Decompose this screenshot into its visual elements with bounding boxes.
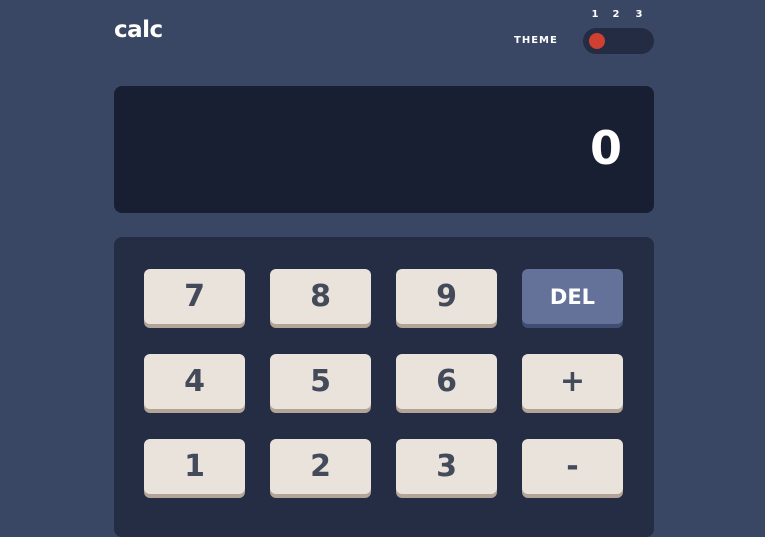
key-6[interactable]: 6 (396, 354, 497, 409)
key-7[interactable]: 7 (144, 269, 245, 324)
key-5[interactable]: 5 (270, 354, 371, 409)
theme-toggle[interactable] (583, 28, 654, 54)
theme-label: THEME (514, 35, 558, 46)
key-2[interactable]: 2 (270, 439, 371, 494)
calculator-display: 0 (114, 86, 654, 213)
app-logo: calc (114, 17, 163, 43)
key-4[interactable]: 4 (144, 354, 245, 409)
header: calc THEME 1 2 3 (114, 0, 654, 70)
theme-options: 1 2 3 (583, 8, 654, 22)
theme-option-2[interactable]: 2 (610, 8, 622, 22)
theme-toggle-knob[interactable] (589, 33, 605, 49)
key-1[interactable]: 1 (144, 439, 245, 494)
key-3[interactable]: 3 (396, 439, 497, 494)
key-8[interactable]: 8 (270, 269, 371, 324)
calculator-app: calc THEME 1 2 3 0 7 8 9 DEL 4 5 6 + 1 2… (114, 0, 654, 537)
theme-option-1[interactable]: 1 (589, 8, 601, 22)
keypad: 7 8 9 DEL 4 5 6 + 1 2 3 - (114, 237, 654, 537)
theme-option-3[interactable]: 3 (633, 8, 645, 22)
add-button[interactable]: + (522, 354, 623, 409)
delete-button[interactable]: DEL (522, 269, 623, 324)
display-value: 0 (589, 121, 622, 175)
key-9[interactable]: 9 (396, 269, 497, 324)
subtract-button[interactable]: - (522, 439, 623, 494)
